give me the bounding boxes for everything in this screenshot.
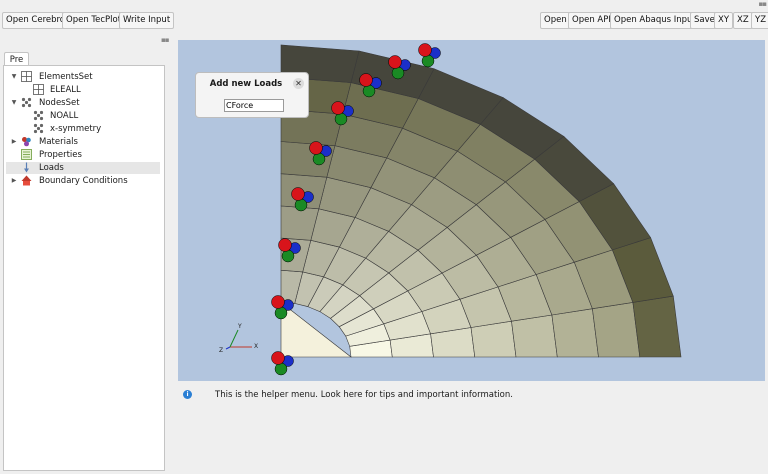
open-cerebro-button[interactable]: Open Cerebro	[2, 12, 70, 29]
tree-item-label: NodesSet	[39, 98, 80, 108]
close-icon[interactable]: ✕	[293, 78, 304, 89]
tree-item-materials[interactable]: ▶ Materials	[10, 136, 160, 148]
grid-icon	[33, 84, 44, 95]
load-name-input[interactable]	[224, 99, 284, 112]
view-yz-button[interactable]: YZ	[751, 12, 768, 29]
tree-item-label: Loads	[39, 163, 64, 173]
axis-z-line	[225, 346, 231, 350]
bc-marker-green	[421, 54, 435, 68]
properties-icon	[21, 149, 32, 160]
bc-marker-red	[359, 73, 373, 87]
view-xz-button[interactable]: XZ	[733, 12, 753, 29]
model-tree: ▼ ElementsSet ELEALL ▼ NodesSet NOALL x-…	[3, 65, 165, 471]
bc-marker-green	[274, 362, 288, 376]
expand-arrow-icon[interactable]: ▶	[10, 175, 18, 187]
nodes-icon	[21, 97, 32, 108]
bc-marker-green	[294, 198, 308, 212]
bc-marker-red	[388, 55, 402, 69]
nodes-icon	[33, 110, 44, 121]
axis-z-label: Z	[219, 347, 223, 354]
mesh-element	[592, 302, 641, 358]
tree-item-label: ELEALL	[50, 85, 81, 95]
axis-y-label: Y	[237, 323, 242, 330]
bc-marker-red	[418, 43, 432, 57]
nodes-icon	[33, 123, 44, 134]
tree-item-boundary-conditions[interactable]: ▶ Boundary Conditions	[10, 175, 160, 187]
grid-icon	[21, 71, 32, 82]
open-abaqus-input-button[interactable]: Open Abaqus Input	[610, 12, 700, 29]
view-xy-button[interactable]: XY	[714, 12, 734, 29]
expand-arrow-icon[interactable]: ▼	[10, 71, 18, 83]
tree-item-label: x-symmetry	[50, 124, 102, 134]
tree-item-label: NOALL	[50, 111, 79, 121]
window-grip-icon[interactable]: ▪▪	[759, 0, 767, 8]
bc-marker-green	[334, 112, 348, 126]
loads-icon	[24, 162, 29, 173]
bc-marker-red	[331, 101, 345, 115]
bc-marker-red	[271, 295, 285, 309]
bc-marker-red	[291, 187, 305, 201]
bc-marker-red	[271, 351, 285, 365]
info-icon: i	[183, 390, 192, 399]
bc-marker-red	[309, 141, 323, 155]
tree-item-properties[interactable]: Properties	[10, 149, 160, 161]
bc-marker-red	[278, 238, 292, 252]
open-tecplot-button[interactable]: Open TecPlot	[62, 12, 126, 29]
add-load-dialog: Add new Loads ✕	[195, 72, 309, 118]
expand-arrow-icon[interactable]: ▶	[10, 136, 18, 148]
tree-item-x-symmetry[interactable]: x-symmetry	[10, 123, 160, 135]
bc-marker-green	[281, 249, 295, 263]
open-button[interactable]: Open	[540, 12, 571, 29]
panel-float-icon[interactable]: ▪▪	[161, 36, 169, 44]
axis-x-label: X	[254, 343, 258, 350]
tree-item-elementsset[interactable]: ▼ ElementsSet	[10, 71, 160, 83]
mesh-element	[632, 295, 682, 358]
tree-item-label: Boundary Conditions	[39, 176, 128, 186]
mesh-element	[551, 308, 599, 358]
bc-marker-green	[312, 152, 326, 166]
tree-item-nodesset[interactable]: ▼ NodesSet	[10, 97, 160, 109]
helper-text: This is the helper menu. Look here for t…	[215, 390, 513, 400]
boundary-icon	[21, 175, 32, 186]
mesh-element	[511, 314, 558, 358]
tree-item-noall[interactable]: NOALL	[10, 110, 160, 122]
axis-y-line	[229, 329, 239, 348]
write-input-button[interactable]: Write Input	[119, 12, 175, 29]
expand-arrow-icon[interactable]: ▼	[10, 97, 18, 109]
bc-marker-green	[391, 66, 405, 80]
tree-item-eleall[interactable]: ELEALL	[10, 84, 160, 96]
tree-item-loads[interactable]: Loads	[6, 162, 160, 174]
tree-item-label: ElementsSet	[39, 72, 93, 82]
tree-item-label: Materials	[39, 137, 78, 147]
tree-item-label: Properties	[39, 150, 82, 160]
open-api-button[interactable]: Open API	[568, 12, 615, 29]
bc-marker-green	[362, 84, 376, 98]
materials-icon	[22, 137, 31, 147]
dialog-title: Add new Loads	[209, 79, 283, 89]
bc-marker-green	[274, 306, 288, 320]
